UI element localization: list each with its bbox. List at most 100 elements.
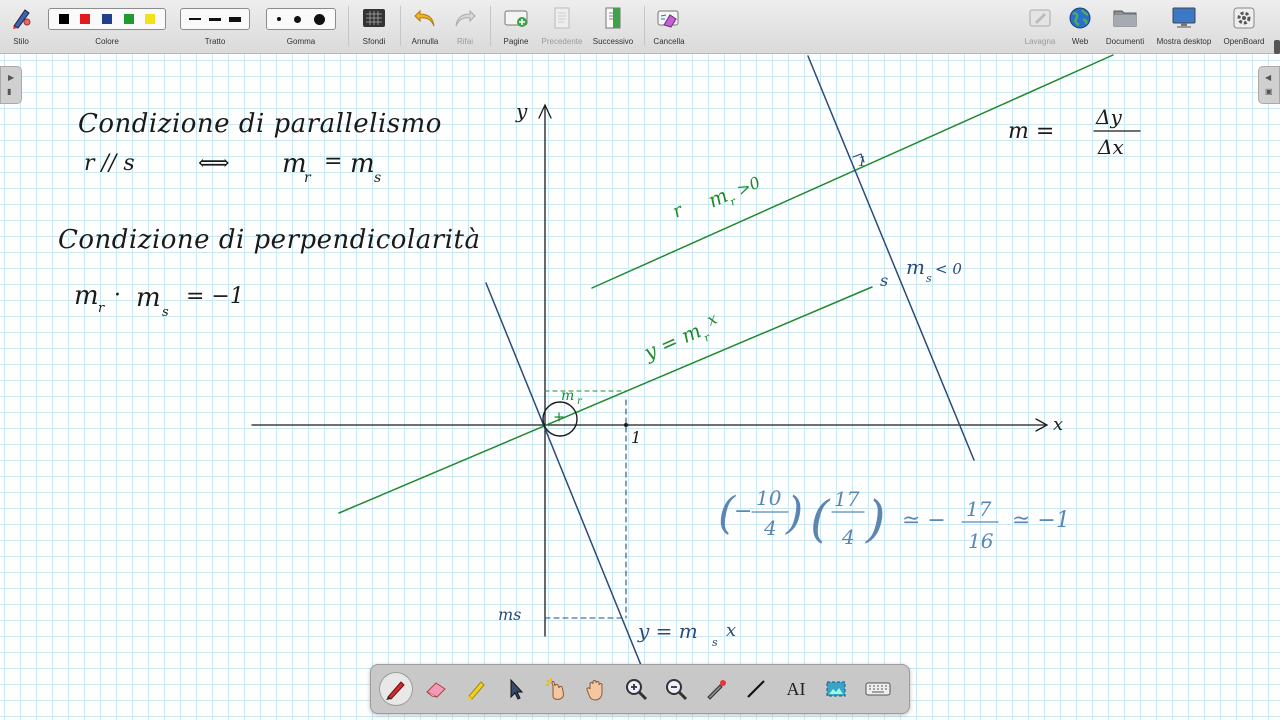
- next-page-button[interactable]: Successivo: [588, 0, 638, 54]
- ms-label: ms: [498, 605, 521, 624]
- pages-label: Pagine: [503, 37, 529, 46]
- documents-button[interactable]: Documenti: [1100, 0, 1150, 54]
- eraser-tool-button[interactable]: [419, 672, 453, 706]
- globe-icon: [1067, 6, 1093, 30]
- laser-pointer-button[interactable]: [699, 672, 733, 706]
- select-tool-button[interactable]: [499, 672, 533, 706]
- pages-button[interactable]: Pagine: [496, 0, 536, 54]
- toolbar-separator: [490, 6, 491, 46]
- color-swatch-red[interactable]: [80, 14, 91, 24]
- perp-mr: m: [74, 281, 99, 311]
- eraser-small-option[interactable]: [277, 17, 282, 21]
- board-label: Lavagna: [1024, 37, 1056, 46]
- eq-y-ms-x-sub: s: [712, 636, 718, 649]
- parallel-condition-title: Condizione di parallelismo: [78, 109, 442, 139]
- perp-dot: ·: [114, 283, 121, 308]
- y-axis-label: y: [515, 99, 528, 123]
- drawing-layer: Condizione di parallelismo r // s ⟺ m r …: [58, 54, 1141, 713]
- calc-lparen-2: (: [810, 490, 831, 548]
- interact-tool-button[interactable]: [539, 672, 573, 706]
- stroke-label: Tratto: [204, 37, 226, 46]
- color-swatch-blue[interactable]: [101, 14, 112, 24]
- toolbar-separator: [400, 6, 401, 46]
- whiteboard-canvas[interactable]: ▶ ▮ ◀ ▣ Condizione di parallelismo r // …: [0, 54, 1280, 720]
- show-desktop-label: Mostra desktop: [1156, 37, 1212, 46]
- highlighter-tool-button[interactable]: [459, 672, 493, 706]
- show-desktop-button[interactable]: Mostra desktop: [1152, 0, 1216, 54]
- eraser-medium-option[interactable]: [293, 15, 301, 23]
- slope-m: m =: [1008, 119, 1054, 144]
- parallel-mr-sub: r: [304, 170, 312, 186]
- calc-approx-2: ≃ −1: [1012, 508, 1070, 533]
- next-page-label: Successivo: [592, 37, 634, 46]
- calc-numerator-1: 10: [756, 486, 782, 510]
- capture-tool-button[interactable]: [819, 672, 853, 706]
- line-r-slope-cond: >0: [734, 173, 763, 200]
- perp-ms-sub: s: [162, 305, 169, 320]
- color-group: Colore: [46, 0, 168, 54]
- color-swatch-green[interactable]: [123, 14, 134, 24]
- tick-label-one: 1: [631, 428, 641, 447]
- text-tool-icon: AI: [786, 678, 806, 699]
- eq-y-ms-x: y = m: [637, 619, 698, 643]
- point-x-one: [624, 423, 628, 427]
- undo-button[interactable]: Annulla: [406, 0, 444, 54]
- stroke-options: [180, 8, 250, 30]
- documents-label: Documenti: [1105, 37, 1145, 46]
- line-tool-button[interactable]: [739, 672, 773, 706]
- perp-mr-sub: r: [98, 301, 105, 316]
- previous-page-button[interactable]: Precedente: [538, 0, 586, 54]
- calc-rparen-2: ): [865, 490, 886, 548]
- clear-icon: [656, 6, 682, 30]
- previous-page-label: Precedente: [541, 37, 583, 46]
- scrollbar-thumb[interactable]: [1274, 40, 1280, 54]
- openboard-label: OpenBoard: [1223, 37, 1265, 46]
- parallel-ms-sub: s: [374, 170, 381, 186]
- color-palette: [48, 8, 166, 30]
- pen-tool-button[interactable]: [379, 672, 413, 706]
- zoom-out-button[interactable]: [659, 672, 693, 706]
- web-button[interactable]: Web: [1062, 0, 1098, 54]
- parallel-iff: ⟺: [198, 151, 230, 176]
- stroke-thin-option[interactable]: [189, 18, 201, 20]
- board-button[interactable]: Lavagna: [1020, 0, 1060, 54]
- clear-button[interactable]: Cancella: [648, 0, 690, 54]
- line-s-slope-sub: s: [926, 272, 932, 285]
- eraser-size-options: [266, 8, 336, 30]
- line-y-mr-x: [338, 286, 873, 514]
- zoom-in-icon: [626, 679, 648, 701]
- openboard-menu-button[interactable]: OpenBoard: [1218, 0, 1270, 54]
- calc-numerator-2: 17: [834, 487, 860, 511]
- calc-rparen-1: ): [785, 488, 803, 539]
- x-axis-label: x: [1053, 414, 1063, 435]
- hand-icon: [586, 680, 603, 701]
- slope-denominator: Δx: [1097, 135, 1124, 159]
- mr-small-label-sub: r: [577, 396, 583, 407]
- line-r-label: r: [669, 199, 687, 222]
- keyboard-icon: [865, 682, 891, 696]
- text-tool-button[interactable]: AI: [779, 672, 813, 706]
- hand-tool-button[interactable]: [579, 672, 613, 706]
- color-swatch-yellow[interactable]: [145, 14, 156, 24]
- stroke-thick-option[interactable]: [229, 16, 241, 22]
- redo-button[interactable]: Rifai: [446, 0, 484, 54]
- parallel-mr: m: [282, 149, 307, 179]
- redo-label: Rifai: [456, 37, 473, 46]
- color-swatch-black[interactable]: [58, 14, 69, 24]
- toolbar-separator: [348, 6, 349, 46]
- mr-small-label: m: [561, 388, 574, 404]
- clear-label: Cancella: [653, 37, 685, 46]
- eraser-large-option[interactable]: [313, 13, 325, 25]
- laser-pointer-icon: [707, 680, 726, 700]
- stylus-icon: [8, 6, 34, 30]
- stylus-button[interactable]: Stilo: [4, 0, 38, 54]
- virtual-keyboard-button[interactable]: [861, 672, 895, 706]
- backgrounds-button[interactable]: Sfondi: [356, 0, 392, 54]
- capture-icon: [826, 681, 846, 697]
- eq-y-ms-x-x: x: [726, 620, 736, 641]
- zoom-in-button[interactable]: [619, 672, 653, 706]
- stroke-medium-option[interactable]: [209, 17, 221, 21]
- perpendicular-condition-title: Condizione di perpendicolarità: [58, 225, 480, 255]
- undo-label: Annulla: [411, 37, 439, 46]
- stroke-group: Tratto: [178, 0, 252, 54]
